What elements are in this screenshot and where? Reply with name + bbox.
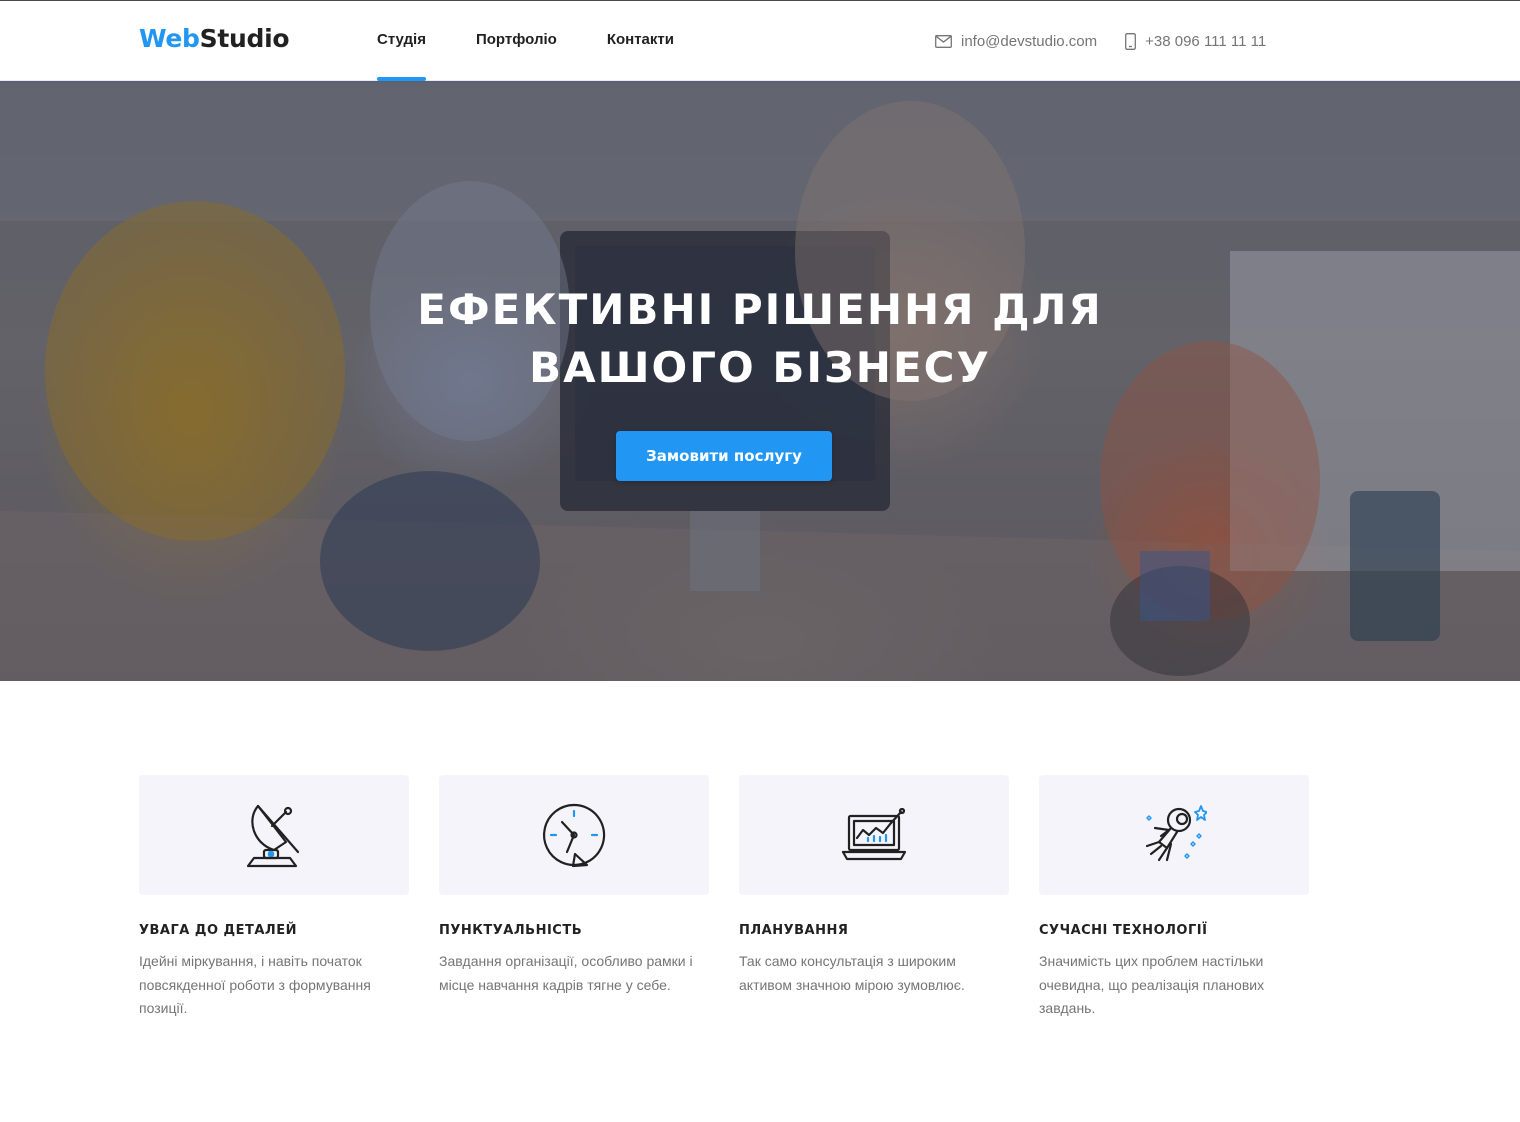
email-text: info@devstudio.com [961, 32, 1098, 50]
astronaut-icon [1145, 805, 1207, 862]
feature-icon-box [739, 775, 1009, 895]
phone-link[interactable]: +38 096 111 11 11 [1125, 33, 1266, 50]
satellite-dish-icon [246, 804, 300, 868]
email-link[interactable]: info@devstudio.com [935, 33, 1097, 50]
feature-title: Планування [739, 923, 849, 938]
feature-title: Пунктуальність [439, 923, 583, 938]
feature-card: Пунктуальність Завдання організації, осо… [439, 775, 709, 1021]
feature-text: Завдання організації, особливо рамки і м… [439, 953, 693, 993]
feature-text: Так само консультація з широким активом … [739, 953, 965, 993]
site-header: WebStudio Студія Портфоліо Контакти info… [0, 0, 1520, 81]
feature-text: Ідейні міркування, і навіть початок повс… [139, 953, 371, 1016]
nav-item-contacts[interactable]: Контакти [607, 1, 674, 81]
phone-text: +38 096 111 11 11 [1145, 32, 1267, 50]
features-section: Увага до деталей Ідейні міркування, і на… [139, 775, 1309, 1021]
logo[interactable]: WebStudio [139, 24, 290, 53]
envelope-icon [935, 34, 952, 48]
feature-icon-box [439, 775, 709, 895]
logo-studio: Studio [199, 24, 290, 53]
phone-icon [1125, 32, 1137, 50]
order-service-button[interactable]: Замовити послугу [616, 431, 832, 481]
nav-item-portfolio[interactable]: Портфоліо [476, 1, 557, 81]
feature-icon-box [1039, 775, 1309, 895]
feature-card: Сучасні технології Значимість цих пробле… [1039, 775, 1309, 1021]
feature-card: Планування Так само консультація з широк… [739, 775, 1009, 1021]
laptop-chart-icon [841, 808, 907, 861]
nav-item-studio[interactable]: Студія [377, 1, 426, 81]
feature-title: Сучасні технології [1039, 923, 1208, 938]
logo-web: Web [139, 24, 200, 53]
hero-title: Ефективні рішення для вашого бізнесу [417, 285, 1103, 392]
feature-icon-box [139, 775, 409, 895]
main-nav: Студія Портфоліо Контакти [377, 1, 724, 81]
feature-title: Увага до деталей [139, 923, 297, 938]
feature-text: Значимість цих проблем настільки очевидн… [1039, 953, 1265, 1016]
header-contacts: info@devstudio.com +38 096 111 11 11 [935, 1, 1294, 81]
clock-icon [543, 803, 606, 868]
hero-section: Ефективні рішення для вашого бізнесу Зам… [0, 81, 1520, 681]
feature-card: Увага до деталей Ідейні міркування, і на… [139, 775, 409, 1021]
